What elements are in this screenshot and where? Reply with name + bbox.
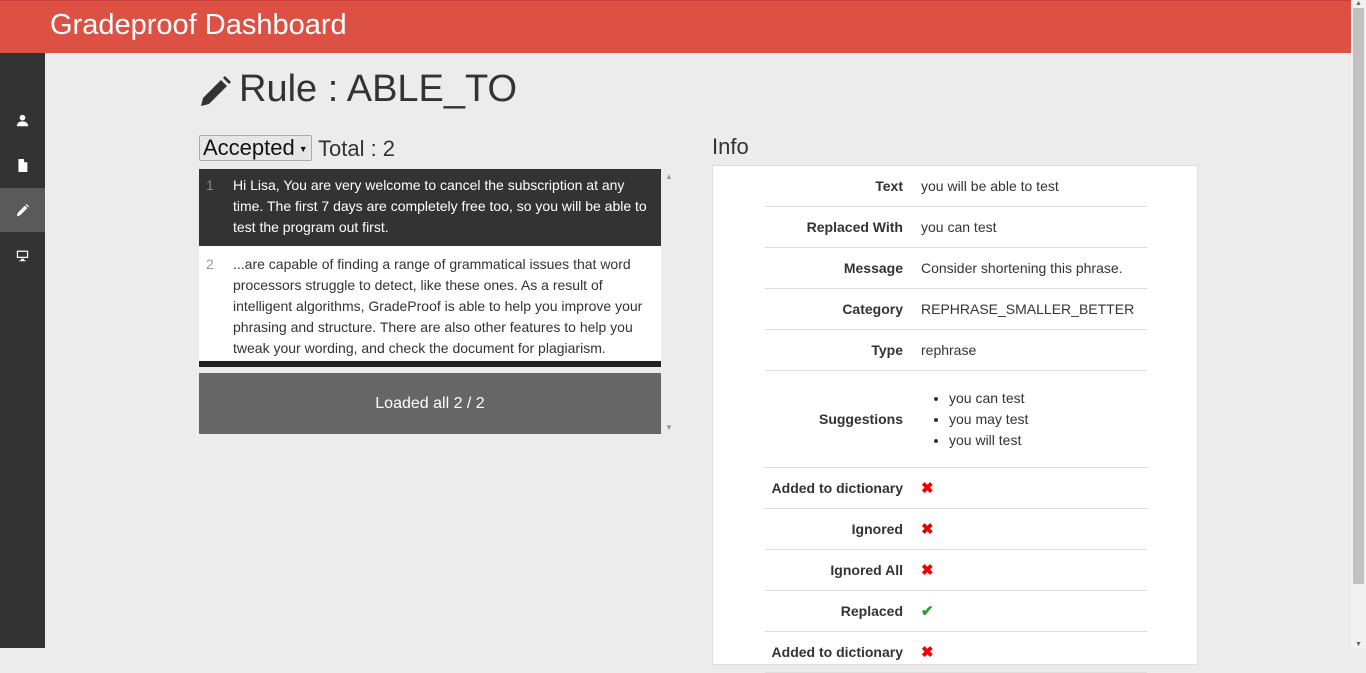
info-label: Added to dictionary bbox=[771, 644, 903, 660]
status-filter-value: Accepted bbox=[203, 135, 295, 160]
check-icon: ✔ bbox=[921, 603, 934, 620]
info-label: Text bbox=[875, 178, 903, 194]
info-label: Replaced With bbox=[806, 219, 903, 235]
info-label: Added to dictionary bbox=[771, 480, 903, 496]
info-value: you will be able to test bbox=[921, 178, 1059, 194]
info-row-added-to-dictionary: Added to dictionary ✖ bbox=[765, 468, 1147, 509]
sidebar-item-documents[interactable] bbox=[0, 143, 45, 187]
info-value: Consider shortening this phrase. bbox=[921, 260, 1123, 276]
info-value: rephrase bbox=[921, 342, 977, 358]
page-title-text: Rule : ABLE_TO bbox=[239, 68, 518, 110]
cross-icon: ✖ bbox=[921, 480, 934, 497]
list-item[interactable]: 1 Hi Lisa, You are very welcome to cance… bbox=[199, 169, 661, 246]
user-icon bbox=[16, 114, 29, 126]
info-row-category: Category REPHRASE_SMALLER_BETTER bbox=[765, 289, 1147, 330]
dropdown-caret-icon: ▼ bbox=[298, 144, 308, 154]
scroll-up-arrow-icon[interactable]: ▲ bbox=[1355, 0, 1362, 7]
info-heading: Info bbox=[712, 134, 749, 159]
loaded-status-bar: Loaded all 2 / 2 bbox=[199, 373, 661, 434]
document-icon bbox=[18, 158, 28, 172]
info-label: Ignored All bbox=[830, 562, 903, 578]
app-title[interactable]: Gradeproof Dashboard bbox=[50, 9, 347, 42]
sidebar-item-monitor[interactable] bbox=[0, 233, 45, 277]
info-row-type: Type rephrase bbox=[765, 330, 1147, 371]
info-value: you can test you may test you will test bbox=[913, 388, 1147, 451]
cross-icon: ✖ bbox=[921, 644, 934, 661]
sidebar-item-rules[interactable] bbox=[0, 188, 45, 232]
info-row-ignored: Ignored ✖ bbox=[765, 509, 1147, 550]
list-item-number: 2 bbox=[206, 256, 214, 272]
info-label: Ignored bbox=[851, 521, 903, 537]
cross-icon: ✖ bbox=[921, 521, 934, 538]
sidebar-item-users[interactable] bbox=[0, 98, 45, 142]
suggestion-item: you may test bbox=[949, 409, 1147, 430]
pencil-icon bbox=[201, 75, 231, 106]
scroll-down-arrow-icon[interactable]: ▼ bbox=[1355, 641, 1362, 648]
total-count: Total : 2 bbox=[318, 136, 396, 161]
info-value: REPHRASE_SMALLER_BETTER bbox=[921, 301, 1135, 317]
info-label: Replaced bbox=[840, 603, 903, 619]
status-filter-select[interactable]: Accepted ▼ bbox=[199, 135, 312, 161]
match-list-panel: 1 Hi Lisa, You are very welcome to cance… bbox=[199, 169, 675, 435]
list-item[interactable]: 2 ...are capable of finding a range of g… bbox=[199, 246, 661, 367]
suggestion-list: you can test you may test you will test bbox=[913, 388, 1147, 451]
pencil-icon bbox=[16, 203, 29, 216]
info-row-suggestions: Suggestions you can test you may test yo… bbox=[765, 371, 1147, 468]
info-label: Type bbox=[871, 342, 903, 358]
page-scrollbar[interactable]: ▲ ▼ bbox=[1351, 0, 1366, 648]
scroll-up-arrow-icon[interactable]: ▲ bbox=[665, 172, 673, 181]
info-row-text: Text you will be able to test bbox=[765, 166, 1147, 207]
list-scrollbar[interactable]: ▲ ▼ bbox=[663, 169, 675, 435]
info-row-replaced: Replaced ✔ bbox=[765, 591, 1147, 632]
match-list: 1 Hi Lisa, You are very welcome to cance… bbox=[199, 169, 661, 435]
info-label: Category bbox=[842, 301, 903, 317]
info-row-ignored-all: Ignored All ✖ bbox=[765, 550, 1147, 591]
info-row-replaced-with: Replaced With you can test bbox=[765, 207, 1147, 248]
sidebar bbox=[0, 53, 45, 648]
info-row-message: Message Consider shortening this phrase. bbox=[765, 248, 1147, 289]
info-row-added-to-dictionary-2: Added to dictionary ✖ bbox=[765, 632, 1147, 673]
page-title: Rule : ABLE_TO bbox=[199, 68, 517, 111]
scrollbar-thumb[interactable] bbox=[1353, 8, 1364, 584]
info-panel: Text you will be able to test Replaced W… bbox=[712, 165, 1198, 673]
list-item-number: 1 bbox=[206, 177, 214, 193]
info-value: you can test bbox=[921, 219, 997, 235]
scroll-down-arrow-icon[interactable]: ▼ bbox=[665, 423, 673, 432]
info-label: Suggestions bbox=[818, 411, 903, 427]
info-table: Text you will be able to test Replaced W… bbox=[765, 166, 1147, 673]
suggestion-item: you can test bbox=[949, 388, 1147, 409]
top-header-bar: Gradeproof Dashboard bbox=[0, 0, 1351, 53]
monitor-icon bbox=[16, 250, 29, 261]
info-label: Message bbox=[843, 260, 903, 276]
list-item-text: ...are capable of finding a range of gra… bbox=[233, 256, 643, 356]
suggestion-item: you will test bbox=[949, 430, 1147, 451]
cross-icon: ✖ bbox=[921, 562, 934, 579]
list-item-text: Hi Lisa, You are very welcome to cancel … bbox=[233, 177, 647, 235]
